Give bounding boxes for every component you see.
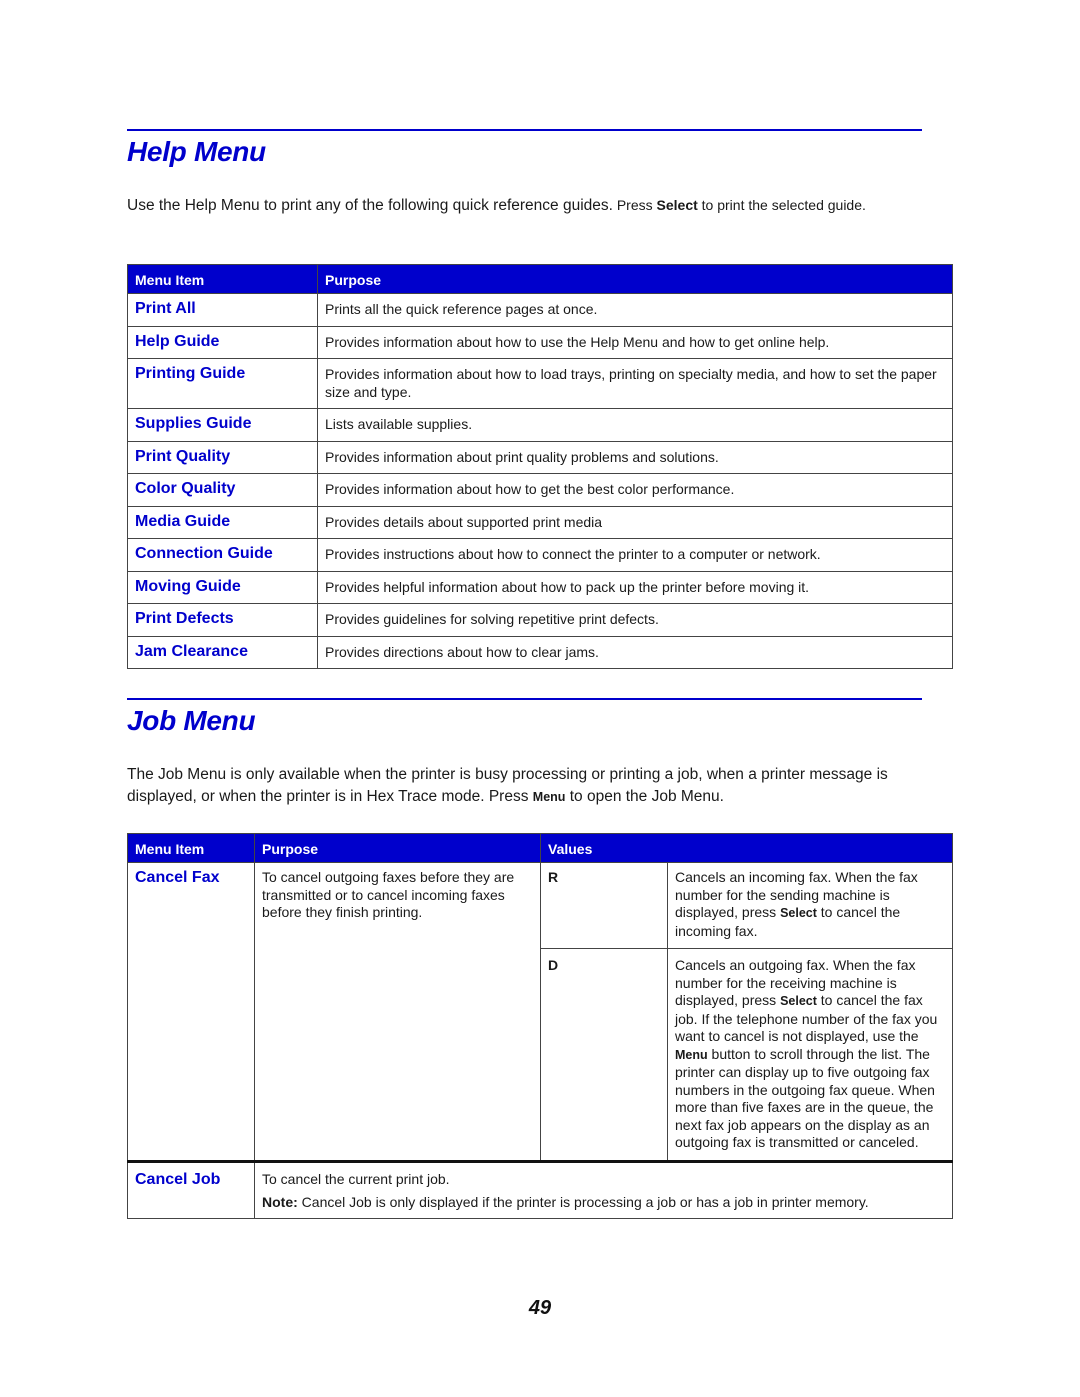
table-row: Printing Guide Provides information about… [127,358,953,409]
menu-item-cancel-fax: Cancel Fax [127,862,255,1162]
job-menu-title: Job Menu [127,705,256,736]
job-menu-intro: The Job Menu is only available when the … [127,764,917,808]
menu-item-supplies-guide: Supplies Guide [127,408,318,442]
menu-item-help-guide: Help Guide [127,325,318,359]
job-menu-table: Menu Item Purpose Values Cancel Fax To c… [127,833,953,1219]
value-key-r: R [540,862,668,949]
purpose-cancel-job: To cancel the current print job. Note: C… [254,1159,953,1219]
table-row: Help Guide Provides information about how… [127,325,953,359]
table-row: Supplies Guide Lists available supplies. [127,408,953,442]
job-intro-suffix: to open the Job Menu. [565,788,724,805]
menu-key-label: Menu [532,790,566,804]
table-row: Media Guide Provides details about suppor… [127,505,953,539]
select-key-label: Select [780,906,817,920]
menu-item-media-guide: Media Guide [127,505,318,539]
table-row: Color Quality Provides information about … [127,473,953,507]
table-header-row: Menu Item Purpose [127,264,953,294]
help-menu-table: Menu Item Purpose Print All Prints all th… [127,264,953,669]
menu-item-connection-guide: Connection Guide [127,538,318,572]
value-desc-text: button to scroll through the list. The p… [675,1045,935,1151]
table-row: Print All Prints all the quick reference … [127,293,953,327]
header-purpose: Purpose [317,264,953,294]
header-menu-item: Menu Item [127,264,318,294]
cancel-job-note: Note: Cancel Job is only displayed if th… [262,1194,945,1212]
purpose-cell: Provides guidelines for solving repetiti… [317,603,953,637]
menu-item-print-all: Print All [127,293,318,327]
purpose-cell: Provides information about how to get th… [317,473,953,507]
header-values: Values [540,833,953,863]
table-row: Print Quality Provides information about … [127,440,953,474]
menu-item-jam-clearance: Jam Clearance [127,635,318,669]
purpose-cell: Lists available supplies. [317,408,953,442]
table-row: Moving Guide Provides helpful information… [127,570,953,604]
menu-item-printing-guide: Printing Guide [127,358,318,409]
help-intro-suffix: to print the selected guide. [697,197,866,213]
value-key-d: D [540,948,668,1162]
note-label: Note: [262,1194,298,1210]
table-row: Jam Clearance Provides directions about h… [127,635,953,669]
table-row: Cancel Fax To cancel outgoing faxes befo… [127,862,953,1162]
help-menu-title: Help Menu [127,136,266,167]
help-intro-press: Press [612,197,657,213]
menu-item-print-quality: Print Quality [127,440,318,474]
purpose-cell: Provides directions about how to clear j… [317,635,953,669]
purpose-cell: Provides information about print quality… [317,440,953,474]
cancel-job-purpose: To cancel the current print job. [262,1170,450,1187]
table-header-row: Menu Item Purpose Values [127,833,953,863]
page-number: 49 [528,1297,552,1319]
purpose-cell: Provides information about how to load t… [317,358,953,409]
purpose-cell: Provides instructions about how to conne… [317,538,953,572]
purpose-cell: Provides details about supported print m… [317,505,953,539]
purpose-cancel-fax: To cancel outgoing faxes before they are… [254,862,541,1162]
table-row: Print Defects Provides guidelines for sol… [127,603,953,637]
purpose-cell: Prints all the quick reference pages at … [317,293,953,327]
table-row: Cancel Job To cancel the current print j… [127,1159,953,1219]
table-row: Connection Guide Provides instructions ab… [127,538,953,572]
menu-key-label: Menu [675,1047,708,1062]
value-desc-d: Cancels an outgoing fax. When the fax nu… [667,948,953,1162]
purpose-cell: Provides helpful information about how t… [317,570,953,604]
help-menu-intro: Use the Help Menu to print any of the fo… [127,194,927,217]
menu-item-moving-guide: Moving Guide [127,570,318,604]
help-menu-rule [127,129,922,131]
purpose-cell: Provides information about how to use th… [317,325,953,359]
job-intro-text: The Job Menu is only available when the … [127,766,888,805]
select-key-label: Select [780,994,817,1008]
menu-item-color-quality: Color Quality [127,473,318,507]
select-key-label: Select [656,197,698,213]
menu-item-print-defects: Print Defects [127,603,318,637]
help-intro-text: Use the Help Menu to print any of the fo… [127,197,613,214]
job-menu-rule [127,698,922,700]
menu-item-cancel-job: Cancel Job [127,1159,255,1219]
value-desc-r: Cancels an incoming fax. When the fax nu… [667,862,953,949]
header-purpose: Purpose [254,833,541,863]
note-text: Cancel Job is only displayed if the prin… [297,1194,869,1210]
header-menu-item: Menu Item [127,833,255,863]
